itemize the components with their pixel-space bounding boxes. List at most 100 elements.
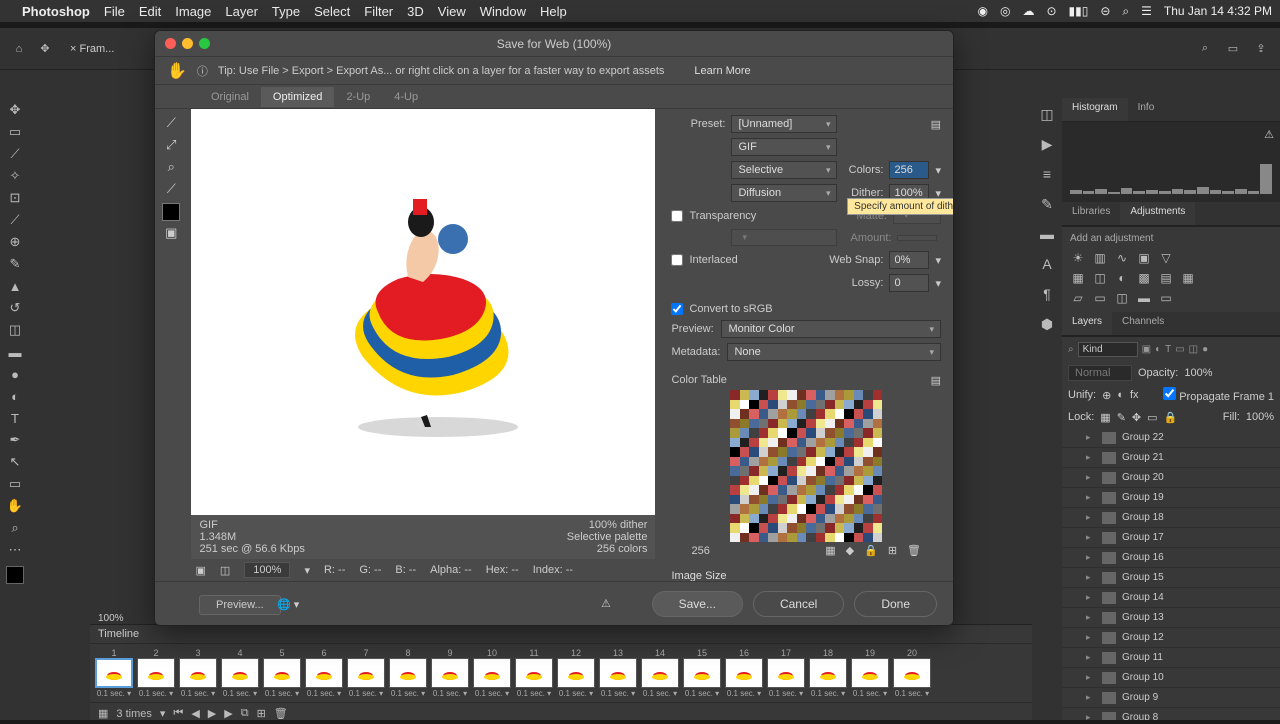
chevron-right-icon[interactable]: ▸ bbox=[1086, 572, 1096, 583]
eyedropper-tool[interactable]: ⟋ bbox=[0, 210, 30, 230]
toggle-slices-icon[interactable]: ▣ bbox=[165, 225, 177, 243]
timeline-frame[interactable]: 190.1 sec. ▾ bbox=[850, 648, 890, 698]
chevron-right-icon[interactable]: ▸ bbox=[1086, 592, 1096, 603]
ct-icon[interactable]: ▦ bbox=[825, 544, 835, 557]
chevron-right-icon[interactable]: ▸ bbox=[1086, 692, 1096, 703]
menu-layer[interactable]: Layer bbox=[225, 4, 258, 19]
stamp-tool[interactable]: ▲ bbox=[0, 276, 30, 296]
timeline-frame[interactable]: 110.1 sec. ▾ bbox=[514, 648, 554, 698]
preset-menu-icon[interactable]: ▤ bbox=[931, 118, 941, 131]
layer-row[interactable]: ▸Group 15 bbox=[1062, 568, 1280, 588]
battery-icon[interactable]: ▮▮▯ bbox=[1069, 4, 1089, 18]
timeline-frame[interactable]: 20.1 sec. ▾ bbox=[136, 648, 176, 698]
convert-icon[interactable]: ▦ bbox=[98, 707, 108, 720]
eyedropper-color[interactable] bbox=[162, 203, 180, 221]
layer-list[interactable]: ▸Group 22▸Group 21▸Group 20▸Group 19▸Gro… bbox=[1062, 428, 1280, 720]
panel-icon[interactable]: ≡ bbox=[1043, 166, 1051, 190]
layer-row[interactable]: ▸Group 14 bbox=[1062, 588, 1280, 608]
lookup-icon[interactable]: ▤ bbox=[1158, 270, 1174, 286]
doc-zoom[interactable]: 100% bbox=[98, 613, 124, 624]
menu-help[interactable]: Help bbox=[540, 4, 567, 19]
hue-icon[interactable]: ▦ bbox=[1070, 270, 1086, 286]
mixer-icon[interactable]: ▩ bbox=[1136, 270, 1152, 286]
timeline-frame[interactable]: 90.1 sec. ▾ bbox=[430, 648, 470, 698]
grid-icon[interactable]: ▦ bbox=[1180, 270, 1196, 286]
srgb-check[interactable] bbox=[671, 303, 683, 315]
tab-layers[interactable]: Layers bbox=[1062, 312, 1112, 335]
lasso-tool[interactable]: ⟋ bbox=[0, 144, 30, 164]
preview-button[interactable]: Preview... bbox=[199, 595, 281, 615]
select-icon[interactable]: ▭ bbox=[1158, 290, 1174, 306]
timeline-frame[interactable]: 130.1 sec. ▾ bbox=[598, 648, 638, 698]
learn-more-link[interactable]: Learn More bbox=[682, 61, 762, 81]
eraser-tool[interactable]: ◫ bbox=[0, 320, 30, 340]
ct-new-icon[interactable]: ⊞ bbox=[888, 544, 897, 557]
filter-icon[interactable]: ▭ bbox=[1175, 344, 1184, 355]
status-icon[interactable]: ☁ bbox=[1022, 4, 1034, 18]
history-tool[interactable]: ↺ bbox=[0, 298, 30, 318]
delete-frame-icon[interactable]: 🗑 bbox=[274, 707, 288, 720]
menu-edit[interactable]: Edit bbox=[139, 4, 161, 19]
layer-row[interactable]: ▸Group 11 bbox=[1062, 648, 1280, 668]
unify-icon[interactable]: fx bbox=[1130, 389, 1139, 401]
marquee-tool[interactable]: ▭ bbox=[0, 122, 30, 142]
search-spotlight-icon[interactable]: ⌕ bbox=[1122, 4, 1129, 19]
timeline-frame[interactable]: 170.1 sec. ▾ bbox=[766, 648, 806, 698]
chevron-down-icon[interactable]: ▾ bbox=[935, 254, 941, 267]
status-icon[interactable]: ⊙ bbox=[1046, 4, 1056, 18]
tab-2up[interactable]: 2-Up bbox=[334, 87, 382, 107]
type-tool[interactable]: T bbox=[0, 408, 30, 428]
gradient-icon[interactable]: ▬ bbox=[1136, 290, 1152, 306]
crop-tool[interactable]: ⊡ bbox=[0, 188, 30, 208]
menu-type[interactable]: Type bbox=[272, 4, 300, 19]
tab-original[interactable]: Original bbox=[199, 87, 261, 107]
zoom-target-icon[interactable]: ▣ bbox=[195, 564, 205, 577]
menu-view[interactable]: View bbox=[438, 4, 466, 19]
vibrance-icon[interactable]: ▽ bbox=[1158, 250, 1174, 266]
timeline-frame[interactable]: 100.1 sec. ▾ bbox=[472, 648, 512, 698]
unify-icon[interactable]: ◐ bbox=[1117, 389, 1124, 401]
cancel-button[interactable]: Cancel bbox=[753, 591, 844, 617]
chevron-right-icon[interactable]: ▸ bbox=[1086, 552, 1096, 563]
chevron-right-icon[interactable]: ▸ bbox=[1086, 712, 1096, 720]
layer-row[interactable]: ▸Group 22 bbox=[1062, 428, 1280, 448]
move-icon[interactable]: ✥ bbox=[36, 40, 54, 58]
browser-menu-icon[interactable]: 🌐 ▾ bbox=[277, 598, 299, 611]
save-button[interactable]: Save... bbox=[652, 591, 743, 617]
ct-lock-icon[interactable]: 🔒 bbox=[864, 544, 878, 557]
color-table-grid[interactable] bbox=[730, 390, 882, 542]
bw-icon[interactable]: ◫ bbox=[1092, 270, 1108, 286]
poster-icon[interactable]: ▭ bbox=[1092, 290, 1108, 306]
timeline-frame[interactable]: 40.1 sec. ▾ bbox=[220, 648, 260, 698]
search-icon[interactable]: ⌕ bbox=[1068, 344, 1074, 355]
blend-mode[interactable]: Normal bbox=[1068, 365, 1132, 381]
layer-row[interactable]: ▸Group 16 bbox=[1062, 548, 1280, 568]
preset-select[interactable]: [Unnamed] bbox=[731, 115, 837, 133]
panel-icon[interactable]: ◫ bbox=[1040, 106, 1053, 130]
filter-icon[interactable]: ◫ bbox=[1189, 344, 1198, 355]
tab-histogram[interactable]: Histogram bbox=[1062, 98, 1128, 121]
chevron-right-icon[interactable]: ▸ bbox=[1086, 492, 1096, 503]
exposure-icon[interactable]: ▣ bbox=[1136, 250, 1152, 266]
wand-tool[interactable]: ✧ bbox=[0, 166, 30, 186]
slice-select-tool[interactable]: ⤢ bbox=[166, 137, 176, 155]
timeline-frame[interactable]: 120.1 sec. ▾ bbox=[556, 648, 596, 698]
hand-tool[interactable]: ✋ bbox=[0, 496, 30, 516]
filter-icon[interactable]: ▣ bbox=[1142, 344, 1151, 355]
opacity-value[interactable]: 100% bbox=[1184, 367, 1212, 379]
tab-libraries[interactable]: Libraries bbox=[1062, 202, 1120, 225]
chevron-right-icon[interactable]: ▸ bbox=[1086, 432, 1096, 443]
websnap-input[interactable]: 0% bbox=[889, 251, 929, 269]
first-icon[interactable]: ⏮ bbox=[173, 707, 183, 720]
panel-icon[interactable]: ¶ bbox=[1043, 286, 1051, 310]
share-icon[interactable]: ⇪ bbox=[1252, 40, 1270, 58]
timeline-frame[interactable]: 50.1 sec. ▾ bbox=[262, 648, 302, 698]
brush-tool[interactable]: ✎ bbox=[0, 254, 30, 274]
chevron-right-icon[interactable]: ▸ bbox=[1086, 532, 1096, 543]
chevron-down-icon[interactable]: ▾ bbox=[935, 277, 941, 290]
color-swatch[interactable] bbox=[6, 566, 24, 584]
panel-icon[interactable]: ▶ bbox=[1042, 136, 1053, 160]
lock-icon[interactable]: 🔒 bbox=[1164, 411, 1178, 424]
chevron-right-icon[interactable]: ▸ bbox=[1086, 452, 1096, 463]
panel-icon[interactable]: ✎ bbox=[1041, 196, 1053, 220]
